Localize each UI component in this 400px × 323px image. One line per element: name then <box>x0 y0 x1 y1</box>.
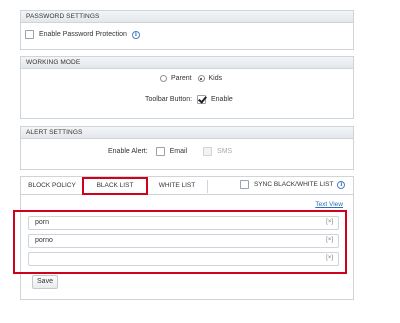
working-mode-header: WORKING MODE <box>21 57 353 69</box>
working-mode-panel: WORKING MODE Parent Kids Toolbar Button:… <box>20 56 354 119</box>
alert-settings-panel: ALERT SETTINGS Enable Alert: Email SMS <box>20 126 354 170</box>
tab-black-list[interactable]: BLACK LIST <box>82 177 148 195</box>
blacklist-entry[interactable]: porno [×] <box>28 234 339 248</box>
tab-separator <box>207 180 208 193</box>
tab-white-list[interactable]: WHITE LIST <box>149 177 205 195</box>
remove-entry-icon[interactable]: [×] <box>326 219 333 225</box>
blacklist-entry-text: porno <box>35 237 53 244</box>
parent-mode-radio[interactable] <box>160 75 167 82</box>
toolbar-enable-label: Enable <box>211 96 233 103</box>
password-protection-checkbox[interactable] <box>25 30 34 39</box>
blacklist-entry[interactable]: porn [×] <box>28 216 339 230</box>
tab-block-policy[interactable]: BLOCK POLICY <box>23 177 81 195</box>
enable-alert-label: Enable Alert: <box>108 148 148 155</box>
tab-bar: BLOCK POLICY BLACK LIST WHITE LIST SYNC … <box>21 177 353 195</box>
parent-mode-label: Parent <box>170 75 192 82</box>
toolbar-enable-checkbox[interactable] <box>197 95 207 104</box>
blacklist-entry-text: porn <box>35 219 50 226</box>
text-view-link[interactable]: Text View <box>315 201 343 208</box>
kids-mode-label: Kids <box>208 75 223 82</box>
save-button[interactable]: Save <box>32 275 58 289</box>
toolbar-button-label: Toolbar Button: <box>145 96 193 103</box>
password-protection-label: Enable Password Protection <box>38 31 127 38</box>
info-icon[interactable]: i <box>131 30 140 39</box>
sync-lists-checkbox[interactable] <box>240 180 249 189</box>
email-alert-label: Email <box>169 148 188 155</box>
sms-alert-label: SMS <box>217 148 233 155</box>
remove-entry-icon[interactable]: [×] <box>326 255 333 261</box>
password-settings-panel: PASSWORD SETTINGS Enable Password Protec… <box>20 10 354 50</box>
sms-alert-checkbox <box>203 147 213 156</box>
alert-settings-header: ALERT SETTINGS <box>21 127 353 139</box>
blacklist-entry-empty[interactable]: [×] <box>28 252 339 266</box>
email-alert-checkbox[interactable] <box>155 147 165 156</box>
kids-mode-radio[interactable] <box>197 75 205 82</box>
remove-entry-icon[interactable]: [×] <box>326 237 333 243</box>
password-settings-header: PASSWORD SETTINGS <box>21 11 353 23</box>
sync-info-icon[interactable]: i <box>337 180 346 189</box>
sync-lists-label: SYNC BLACK/WHITE LIST <box>253 181 334 188</box>
